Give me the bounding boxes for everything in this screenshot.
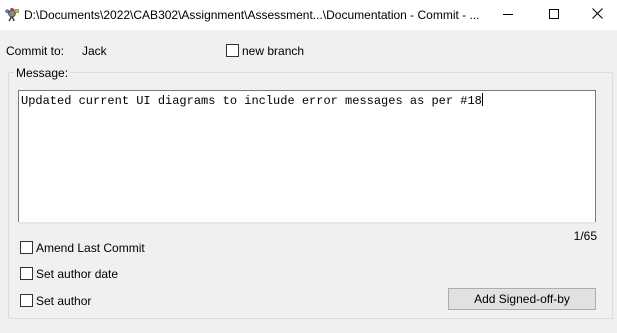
- maximize-button[interactable]: [531, 0, 577, 30]
- title-bar[interactable]: D:\Documents\2022\CAB302\Assignment\Asse…: [0, 0, 617, 30]
- commit-message-textarea[interactable]: Updated current UI diagrams to include e…: [18, 90, 596, 223]
- new-branch-label[interactable]: new branch: [242, 44, 304, 58]
- amend-last-commit-label[interactable]: Amend Last Commit: [36, 241, 145, 255]
- set-author-checkbox[interactable]: [20, 294, 33, 307]
- git-commit-app-icon: [4, 7, 20, 23]
- close-icon: [591, 8, 603, 22]
- commit-to-label: Commit to:: [6, 44, 65, 58]
- text-caret: [481, 93, 483, 106]
- amend-last-commit-checkbox[interactable]: [20, 241, 33, 254]
- set-author-date-checkbox[interactable]: [20, 267, 33, 280]
- minimize-icon: [503, 8, 513, 22]
- set-author-label[interactable]: Set author: [36, 294, 91, 308]
- minimize-button[interactable]: [485, 0, 531, 30]
- commit-message-text: Updated current UI diagrams to include e…: [21, 94, 482, 108]
- new-branch-checkbox[interactable]: [226, 44, 239, 57]
- window-title: D:\Documents\2022\CAB302\Assignment\Asse…: [24, 8, 480, 22]
- message-character-counter: 1/65: [573, 229, 597, 243]
- message-group-label: Message:: [14, 66, 71, 80]
- set-author-date-label[interactable]: Set author date: [36, 267, 118, 281]
- commit-dialog: D:\Documents\2022\CAB302\Assignment\Asse…: [0, 0, 617, 333]
- commit-branch-name: Jack: [82, 44, 107, 58]
- message-scrollbar-strip: [18, 222, 596, 224]
- add-signed-off-by-button[interactable]: Add Signed-off-by: [448, 288, 596, 310]
- close-button[interactable]: [577, 0, 617, 30]
- maximize-icon: [549, 8, 559, 22]
